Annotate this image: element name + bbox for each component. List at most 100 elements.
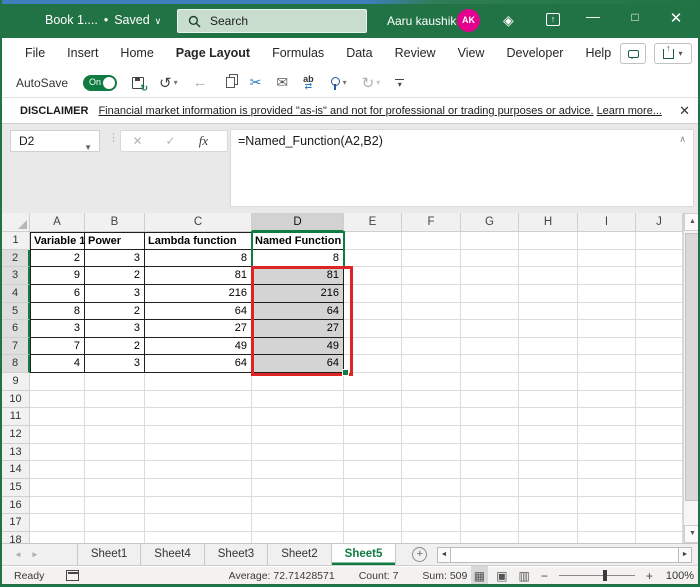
cell-A17[interactable] <box>30 514 85 532</box>
cell-E15[interactable] <box>344 478 402 497</box>
cell-H16[interactable] <box>519 496 578 515</box>
cell-H7[interactable] <box>519 337 578 356</box>
cell-G7[interactable] <box>461 337 519 356</box>
learn-more-link[interactable]: Learn more... <box>597 105 662 117</box>
cell-A5[interactable]: 8 <box>30 302 85 321</box>
undo-button[interactable]: ↺ ▾ <box>159 74 178 92</box>
menu-tab-help[interactable]: Help <box>574 38 622 68</box>
vertical-scroll-thumb[interactable] <box>685 233 698 501</box>
cell-E2[interactable] <box>344 249 402 268</box>
cell-B15[interactable] <box>85 478 145 497</box>
cell-H18[interactable] <box>519 531 578 543</box>
cell-D11[interactable] <box>252 408 344 427</box>
cell-C8[interactable]: 64 <box>145 355 252 374</box>
cell-G10[interactable] <box>461 390 519 409</box>
cell-D15[interactable] <box>252 478 344 497</box>
cell-G16[interactable] <box>461 496 519 515</box>
cell-G5[interactable] <box>461 302 519 321</box>
cell-H9[interactable] <box>519 373 578 391</box>
cell-G8[interactable] <box>461 355 519 374</box>
cell-G15[interactable] <box>461 478 519 497</box>
cell-H8[interactable] <box>519 355 578 374</box>
cell-B12[interactable] <box>85 426 145 444</box>
copy-button[interactable] <box>223 77 235 88</box>
cell-H11[interactable] <box>519 408 578 427</box>
zoom-slider[interactable] <box>558 569 635 581</box>
row-header-8[interactable]: 8 <box>2 355 30 374</box>
cell-I12[interactable] <box>578 426 636 444</box>
cell-G9[interactable] <box>461 373 519 391</box>
avatar[interactable]: AK <box>457 9 480 32</box>
cell-C18[interactable] <box>145 531 252 543</box>
cell-B7[interactable]: 2 <box>85 337 145 356</box>
cell-J10[interactable] <box>636 390 683 409</box>
cell-H10[interactable] <box>519 390 578 409</box>
cell-F4[interactable] <box>402 284 461 303</box>
cell-A1[interactable]: Variable 1 <box>30 232 85 250</box>
restore-up-icon[interactable]: ↑ <box>546 13 560 26</box>
cell-C7[interactable]: 49 <box>145 337 252 356</box>
autosave-toggle[interactable]: On <box>83 74 118 91</box>
cell-H2[interactable] <box>519 249 578 268</box>
formula-input[interactable]: =Named_Function(A2,B2) ∧ <box>230 129 694 207</box>
user-name[interactable]: Aaru kaushik <box>387 14 456 28</box>
macro-record-icon[interactable] <box>66 570 80 581</box>
cell-D16[interactable] <box>252 496 344 515</box>
name-box[interactable]: D2 ▼ <box>10 130 100 152</box>
cell-I11[interactable] <box>578 408 636 427</box>
scroll-right-icon[interactable]: ► <box>678 547 692 563</box>
cell-C10[interactable] <box>145 390 252 409</box>
cell-F13[interactable] <box>402 443 461 462</box>
column-header-J[interactable]: J <box>636 213 683 232</box>
cell-A15[interactable] <box>30 478 85 497</box>
cell-A13[interactable] <box>30 443 85 462</box>
cell-E4[interactable] <box>344 284 402 303</box>
disclaimer-close-icon[interactable]: ✕ <box>679 103 690 119</box>
row-header-3[interactable]: 3 <box>2 267 30 285</box>
cell-I17[interactable] <box>578 514 636 532</box>
cell-B5[interactable]: 2 <box>85 302 145 321</box>
cell-H17[interactable] <box>519 514 578 532</box>
cell-D10[interactable] <box>252 390 344 409</box>
cell-A6[interactable]: 3 <box>30 320 85 338</box>
redo-button[interactable]: ↻ ▾ <box>362 74 381 92</box>
cell-C5[interactable]: 64 <box>145 302 252 321</box>
cell-I10[interactable] <box>578 390 636 409</box>
search-input[interactable] <box>210 14 340 28</box>
cell-B18[interactable] <box>85 531 145 543</box>
row-header-6[interactable]: 6 <box>2 320 30 338</box>
cell-I5[interactable] <box>578 302 636 321</box>
menu-tab-page-layout[interactable]: Page Layout <box>165 38 261 68</box>
cell-F12[interactable] <box>402 426 461 444</box>
row-header-16[interactable]: 16 <box>2 496 30 515</box>
page-break-view-icon[interactable]: ▥ <box>518 569 529 583</box>
column-header-H[interactable]: H <box>519 213 578 232</box>
row-header-15[interactable]: 15 <box>2 478 30 497</box>
row-header-7[interactable]: 7 <box>2 337 30 356</box>
cell-J1[interactable] <box>636 232 683 250</box>
cell-D8[interactable]: 64 <box>252 355 344 374</box>
cell-C13[interactable] <box>145 443 252 462</box>
menu-tab-view[interactable]: View <box>447 38 496 68</box>
cell-D18[interactable] <box>252 531 344 543</box>
column-header-I[interactable]: I <box>578 213 636 232</box>
cell-H1[interactable] <box>519 232 578 250</box>
cell-I13[interactable] <box>578 443 636 462</box>
menu-tab-file[interactable]: File <box>14 38 56 68</box>
cell-I2[interactable] <box>578 249 636 268</box>
sheet-tab-sheet3[interactable]: Sheet3 <box>205 544 269 565</box>
save-status[interactable]: Saved <box>114 13 149 27</box>
menu-tab-insert[interactable]: Insert <box>56 38 109 68</box>
select-all-corner[interactable] <box>2 213 30 232</box>
cell-J8[interactable] <box>636 355 683 374</box>
cell-J6[interactable] <box>636 320 683 338</box>
cell-A18[interactable] <box>30 531 85 543</box>
cell-F15[interactable] <box>402 478 461 497</box>
column-header-F[interactable]: F <box>402 213 461 232</box>
cell-B9[interactable] <box>85 373 145 391</box>
cell-F5[interactable] <box>402 302 461 321</box>
cell-J12[interactable] <box>636 426 683 444</box>
cell-C3[interactable]: 81 <box>145 267 252 285</box>
column-header-G[interactable]: G <box>461 213 519 232</box>
cell-F11[interactable] <box>402 408 461 427</box>
